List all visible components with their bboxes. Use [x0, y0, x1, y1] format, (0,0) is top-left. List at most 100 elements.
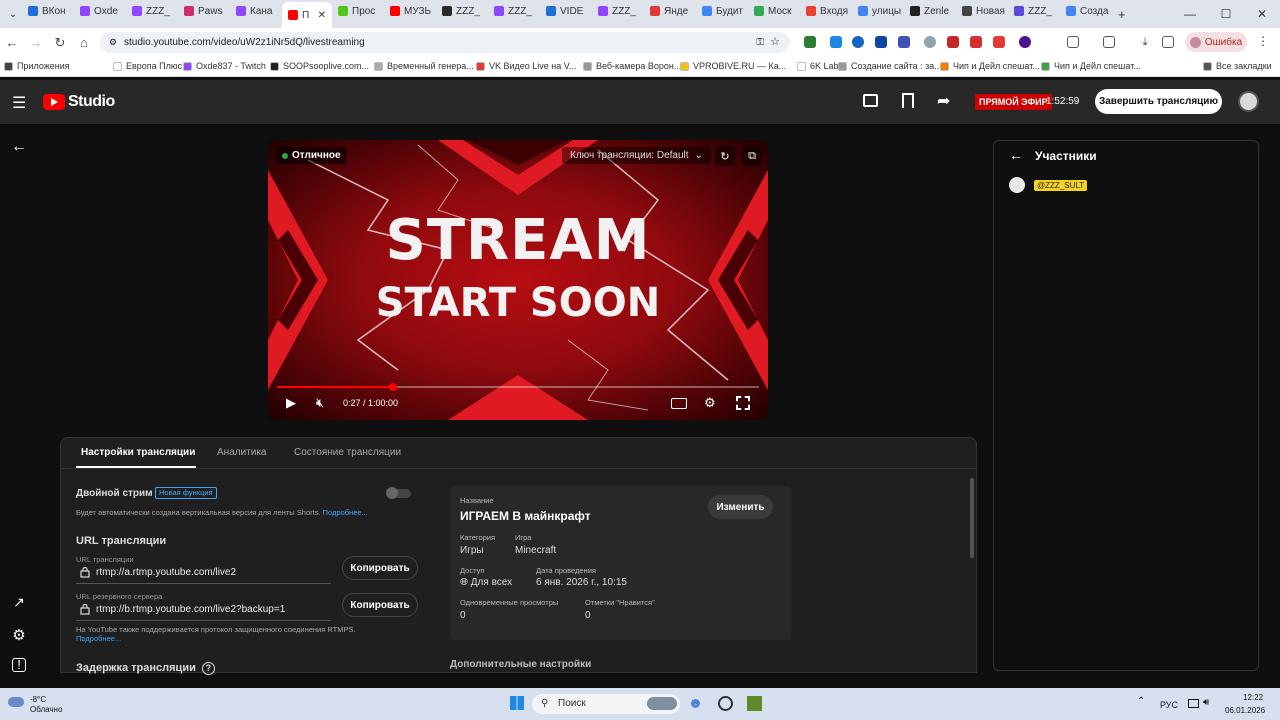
bookmark-item[interactable]: Oxde837 - Twitch: [183, 61, 266, 71]
browser-tab[interactable]: Будит: [696, 0, 748, 22]
tab-analytics[interactable]: Аналитика: [217, 447, 267, 458]
language-indicator[interactable]: РУС: [1160, 700, 1178, 710]
tray-chevron-up-icon[interactable]: ⌃: [1137, 696, 1145, 707]
home-icon[interactable]: ⌂: [72, 35, 96, 50]
forward-icon[interactable]: →: [24, 35, 48, 50]
close-tab-icon[interactable]: ✕: [318, 10, 326, 21]
browser-tab[interactable]: ZZZ_: [592, 0, 644, 22]
clapperboard-icon[interactable]: [863, 94, 878, 107]
extensions-puzzle-icon[interactable]: [1067, 36, 1079, 48]
minecraft-taskbar-icon[interactable]: [747, 696, 762, 711]
browser-tab[interactable]: Прос: [332, 0, 384, 22]
hamburger-menu-icon[interactable]: ☰: [12, 93, 26, 113]
channel-avatar[interactable]: [1238, 91, 1259, 112]
browser-tab[interactable]: Zenle: [904, 0, 956, 22]
tab-stream-health[interactable]: Состояние трансляции: [294, 447, 401, 458]
browser-tab[interactable]: ВКон: [22, 0, 74, 22]
extension-purple-icon[interactable]: [1019, 36, 1031, 48]
muted-volume-icon[interactable]: 🔇︎: [316, 395, 324, 411]
new-tab-button[interactable]: +: [1118, 7, 1126, 22]
browser-tab[interactable]: Янде: [644, 0, 696, 22]
extension-web-icon[interactable]: [947, 36, 959, 48]
bookmark-item[interactable]: Временный генера...: [374, 61, 474, 71]
feedback-icon[interactable]: !: [12, 658, 26, 672]
bookmark-item[interactable]: 6K Labs: [797, 61, 843, 71]
browser-tab[interactable]: Кана: [230, 0, 282, 22]
extension-pdf-icon[interactable]: [970, 36, 982, 48]
clock-date[interactable]: 06.01.2026: [1225, 706, 1265, 715]
reload-icon[interactable]: ↻: [48, 35, 72, 51]
share-icon[interactable]: ➦: [937, 91, 950, 111]
tab-search-grid-icon[interactable]: [1103, 36, 1115, 48]
external-link-icon[interactable]: ↗: [10, 594, 28, 611]
extension-vpn-icon[interactable]: [924, 36, 936, 48]
browser-tab[interactable]: Моск: [748, 0, 800, 22]
bookmark-item[interactable]: Чип и Дейл спешат...: [1041, 61, 1141, 71]
download-icon[interactable]: ⤓: [1139, 36, 1151, 48]
extension-docs-icon[interactable]: [898, 36, 910, 48]
browser-tab[interactable]: МУЗЬ: [384, 0, 436, 22]
browser-tab[interactable]: Созда: [1060, 0, 1112, 22]
browser-tab[interactable]: ZZZ_: [126, 0, 178, 22]
back-arrow-icon[interactable]: ←: [10, 138, 28, 156]
dual-stream-toggle[interactable]: [386, 487, 411, 499]
refresh-key-icon[interactable]: ↻: [715, 146, 735, 166]
sidebar-icon[interactable]: [1162, 36, 1174, 48]
bookmark-item[interactable]: Все закладки: [1203, 61, 1272, 71]
browser-menu-icon[interactable]: ⋮: [1257, 34, 1269, 48]
taskbar-app-icon[interactable]: [647, 697, 677, 710]
browser-tab[interactable]: Новая: [956, 0, 1008, 22]
copy-url-button[interactable]: Копировать: [342, 556, 418, 580]
volume-icon[interactable]: 🔊︎: [1203, 697, 1209, 708]
participant-name[interactable]: @ZZZ_SULT: [1034, 180, 1088, 191]
bookmark-icon[interactable]: [902, 93, 914, 108]
stream-key-select[interactable]: Ключ трансляции: Default ⌄: [562, 147, 711, 164]
extension-globe-icon[interactable]: [852, 36, 864, 48]
captions-icon[interactable]: [671, 398, 687, 409]
stream-preview-player[interactable]: STREAM START SOON: [268, 140, 768, 420]
participant-avatar[interactable]: [1009, 177, 1025, 193]
panel-back-icon[interactable]: ←: [1009, 147, 1023, 163]
browser-tab[interactable]: ZZZ_: [436, 0, 488, 22]
back-icon[interactable]: ←: [0, 35, 24, 50]
weather-cloud-icon[interactable]: [8, 697, 24, 707]
chrome-taskbar-icon[interactable]: [688, 696, 703, 711]
clock-time[interactable]: 12:22: [1243, 693, 1263, 702]
help-icon[interactable]: ?: [201, 662, 215, 675]
maximize-icon[interactable]: ☐: [1208, 7, 1244, 21]
extension-translate-icon[interactable]: [830, 36, 842, 48]
bookmark-item[interactable]: VK Видео Live на V...: [476, 61, 576, 71]
settings-scrollbar[interactable]: [970, 478, 974, 558]
browser-tab[interactable]: Oxde: [74, 0, 126, 22]
copy-backup-url-button[interactable]: Копировать: [342, 593, 418, 617]
play-icon[interactable]: ▶: [286, 395, 296, 411]
dual-stream-more-link[interactable]: Подробнее...: [323, 508, 368, 517]
browser-tab[interactable]: улицы: [852, 0, 904, 22]
close-window-icon[interactable]: ✕: [1244, 7, 1280, 21]
password-key-icon[interactable]: ⚿: [756, 32, 764, 53]
bookmark-item[interactable]: Приложения: [4, 61, 70, 71]
browser-tab[interactable]: П ✕: [282, 2, 332, 28]
backup-url-field[interactable]: rtmp://b.rtmp.youtube.com/live2?backup=1: [76, 603, 331, 621]
browser-tab[interactable]: ZZZ_: [488, 0, 540, 22]
site-info-icon[interactable]: ⚙: [109, 32, 117, 53]
browser-tab[interactable]: ZZZ_: [1008, 0, 1060, 22]
obs-taskbar-icon[interactable]: [718, 696, 733, 711]
display-icon[interactable]: [1188, 699, 1199, 708]
extension-camera-icon[interactable]: [875, 36, 887, 48]
stream-url-field[interactable]: rtmp://a.rtmp.youtube.com/live2: [76, 566, 331, 584]
tab-search-icon[interactable]: ⌄: [4, 9, 22, 20]
bookmark-item[interactable]: Создание сайта : за...: [838, 61, 942, 71]
video-settings-icon[interactable]: ⚙: [704, 395, 716, 411]
bookmark-item[interactable]: Чип и Дейл спешат...: [940, 61, 1040, 71]
extension-shield-icon[interactable]: [804, 36, 816, 48]
url-input[interactable]: ⚙ studio.youtube.com/video/uW2z1iNr5dQ/l…: [100, 32, 790, 53]
bookmark-star-icon[interactable]: ☆: [770, 32, 780, 53]
browser-tab[interactable]: Входя: [800, 0, 852, 22]
copy-key-icon[interactable]: ⧉: [742, 146, 762, 166]
fullscreen-icon[interactable]: [736, 396, 750, 410]
youtube-studio-logo[interactable]: Studio: [43, 93, 115, 111]
minimize-icon[interactable]: —: [1172, 7, 1208, 21]
tab-stream-settings[interactable]: Настройки трансляции: [81, 447, 195, 458]
video-progress-bar[interactable]: [277, 383, 759, 391]
